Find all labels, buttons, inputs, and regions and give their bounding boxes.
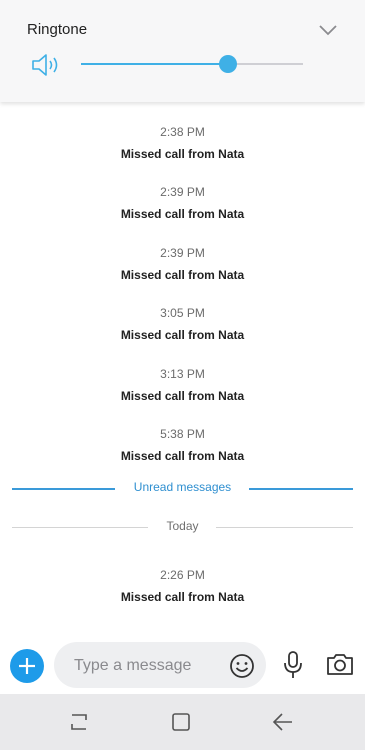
- compose-bar: [0, 638, 365, 694]
- volume-slider-thumb[interactable]: [218, 55, 237, 73]
- recents-icon[interactable]: [66, 711, 92, 733]
- list-item[interactable]: 2:26 PM Missed call from Nata: [0, 567, 365, 605]
- camera-icon[interactable]: [326, 652, 354, 676]
- call-text: Missed call from Nata: [120, 389, 245, 403]
- list-item[interactable]: 3:13 PM Missed call from Nata: [0, 366, 365, 404]
- plus-icon: [19, 658, 35, 674]
- volume-slider[interactable]: [81, 55, 303, 75]
- call-text: Missed call from Nata: [120, 449, 245, 463]
- list-item[interactable]: 2:39 PM Missed call from Nata: [0, 184, 365, 222]
- unread-messages-divider: Unread messages: [0, 479, 365, 499]
- list-item[interactable]: 3:05 PM Missed call from Nata: [0, 305, 365, 343]
- message-input[interactable]: [72, 642, 226, 690]
- call-text: Missed call from Nata: [120, 268, 245, 282]
- call-time: 2:39 PM: [160, 185, 205, 199]
- add-button[interactable]: [10, 649, 44, 683]
- call-time: 3:13 PM: [160, 367, 205, 381]
- chevron-down-icon[interactable]: [318, 24, 338, 36]
- date-divider: Today: [0, 518, 365, 538]
- navigation-bar: [0, 694, 365, 750]
- call-time: 2:38 PM: [160, 125, 205, 139]
- divider-line: [216, 527, 353, 528]
- mic-icon[interactable]: [282, 650, 304, 680]
- call-time: 2:39 PM: [160, 246, 205, 260]
- list-item[interactable]: 2:39 PM Missed call from Nata: [0, 245, 365, 283]
- message-list[interactable]: 2:38 PM Missed call from Nata 2:39 PM Mi…: [0, 102, 365, 638]
- message-input-container[interactable]: [54, 642, 266, 690]
- call-time: 3:05 PM: [160, 306, 205, 320]
- call-text: Missed call from Nata: [120, 590, 245, 604]
- unread-messages-label: Unread messages: [133, 480, 232, 494]
- call-text: Missed call from Nata: [120, 207, 245, 221]
- list-item[interactable]: 5:38 PM Missed call from Nata: [0, 426, 365, 464]
- volume-slider-fill: [81, 63, 228, 65]
- home-icon[interactable]: [169, 710, 193, 734]
- call-text: Missed call from Nata: [120, 328, 245, 342]
- speaker-icon[interactable]: [31, 53, 61, 77]
- call-time: 5:38 PM: [160, 427, 205, 441]
- call-text: Missed call from Nata: [120, 147, 245, 161]
- volume-panel-title: Ringtone: [27, 21, 88, 38]
- divider-line: [249, 488, 353, 490]
- volume-panel: Ringtone: [0, 0, 365, 102]
- emoji-icon[interactable]: [229, 653, 255, 679]
- back-icon[interactable]: [270, 711, 296, 733]
- date-divider-label: Today: [166, 519, 199, 533]
- call-time: 2:26 PM: [160, 568, 205, 582]
- list-item[interactable]: 2:38 PM Missed call from Nata: [0, 124, 365, 162]
